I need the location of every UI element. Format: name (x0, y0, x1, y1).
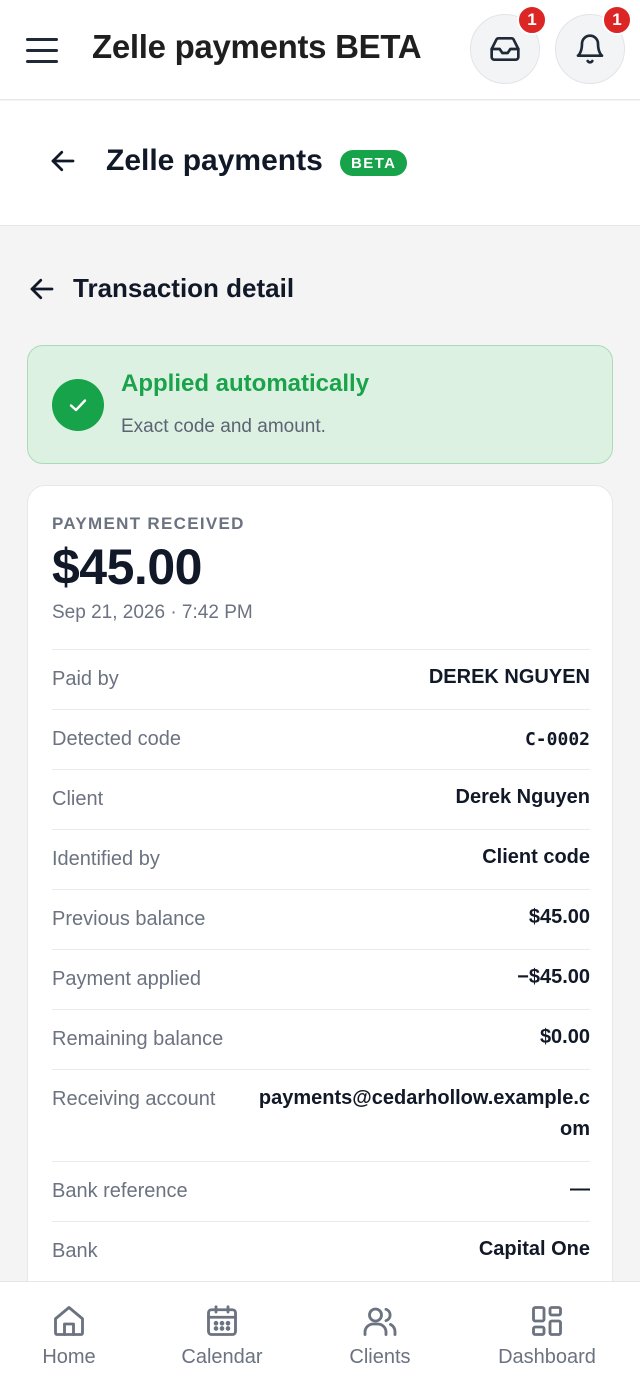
row-label: Receiving account (52, 1088, 216, 1110)
nav-calendar[interactable]: Calendar (162, 1282, 282, 1385)
detail-rows: Paid by DEREK NGUYEN Detected code C-000… (52, 649, 590, 1281)
section-title: Zelle payments (106, 144, 323, 177)
row-label: Remaining balance (52, 1028, 224, 1050)
row-label: Paid by (52, 668, 119, 690)
inbox-badge: 1 (517, 5, 547, 35)
detail-row-bank-reference: Bank reference — (52, 1161, 590, 1221)
home-icon (50, 1302, 88, 1340)
menu-icon[interactable] (26, 30, 66, 70)
detail-row-client: Client Derek Nguyen (52, 769, 590, 829)
back-arrow-icon[interactable] (46, 144, 80, 178)
nav-label: Home (42, 1346, 96, 1368)
detail-row-remaining-balance: Remaining balance $0.00 (52, 1009, 590, 1069)
row-label: Identified by (52, 848, 160, 870)
bell-icon (576, 34, 604, 64)
row-label: Bank (52, 1240, 98, 1262)
row-label: Detected code (52, 728, 181, 750)
notifications-badge: 1 (602, 5, 632, 35)
detail-back-arrow-icon[interactable] (26, 273, 58, 305)
check-circle-icon (52, 379, 104, 431)
app-title: Zelle payments BETA (92, 28, 422, 65)
row-value: — (570, 1178, 590, 1200)
inbox-icon (490, 37, 520, 61)
beta-badge: BETA (340, 150, 408, 176)
payment-label: PAYMENT RECEIVED (52, 514, 245, 533)
nav-dashboard[interactable]: Dashboard (487, 1282, 607, 1385)
nav-label: Calendar (181, 1346, 263, 1368)
detail-row-receiving-account: Receiving account payments@cedarhollow.e… (52, 1069, 590, 1161)
row-value: Derek Nguyen (455, 786, 591, 808)
users-icon (361, 1302, 399, 1340)
payment-amount: $45.00 (52, 539, 202, 595)
row-value: Capital One (478, 1238, 590, 1260)
status-banner: Applied automatically Exact code and amo… (27, 345, 613, 464)
detail-row-payment-applied: Payment applied −$45.00 (52, 949, 590, 1009)
dashboard-icon (528, 1302, 566, 1340)
top-app-bar: Zelle payments BETA 1 1 (0, 0, 640, 100)
status-subtitle: Exact code and amount. (121, 416, 326, 437)
status-title: Applied automatically (121, 370, 370, 397)
notifications-button[interactable]: 1 (555, 5, 632, 84)
payment-datetime: Sep 21, 2026 · 7:42 PM (52, 602, 253, 623)
row-value: −$45.00 (517, 966, 590, 988)
row-value: Client code (482, 846, 590, 868)
nav-label: Clients (349, 1346, 411, 1368)
row-value: $45.00 (528, 906, 590, 928)
detail-row-bank: Bank Capital One (52, 1221, 590, 1281)
row-value: DEREK NGUYEN (428, 666, 590, 688)
detail-row-identified-by: Identified by Client code (52, 829, 590, 889)
bottom-navigation: Home Calendar Clients Dashboard (0, 1281, 640, 1385)
row-value: $0.00 (539, 1026, 590, 1048)
row-value: C-0002 (524, 729, 590, 750)
inbox-button[interactable]: 1 (470, 5, 547, 84)
detail-row-detected-code: Detected code C-0002 (52, 709, 590, 769)
payment-detail-card: PAYMENT RECEIVED $45.00 Sep 21, 2026 · 7… (27, 485, 613, 1385)
row-label: Bank reference (52, 1180, 188, 1202)
row-label: Payment applied (52, 968, 201, 990)
nav-label: Dashboard (498, 1346, 596, 1368)
row-label: Previous balance (52, 908, 206, 930)
page-title: Transaction detail (73, 273, 295, 303)
calendar-icon (203, 1302, 241, 1340)
detail-row-previous-balance: Previous balance $45.00 (52, 889, 590, 949)
detail-row-paid-by: Paid by DEREK NGUYEN (52, 649, 590, 709)
nav-clients[interactable]: Clients (330, 1282, 430, 1385)
row-value: payments@cedarhollow.example.com (258, 1087, 590, 1140)
row-label: Client (52, 788, 104, 810)
nav-home[interactable]: Home (19, 1282, 119, 1385)
